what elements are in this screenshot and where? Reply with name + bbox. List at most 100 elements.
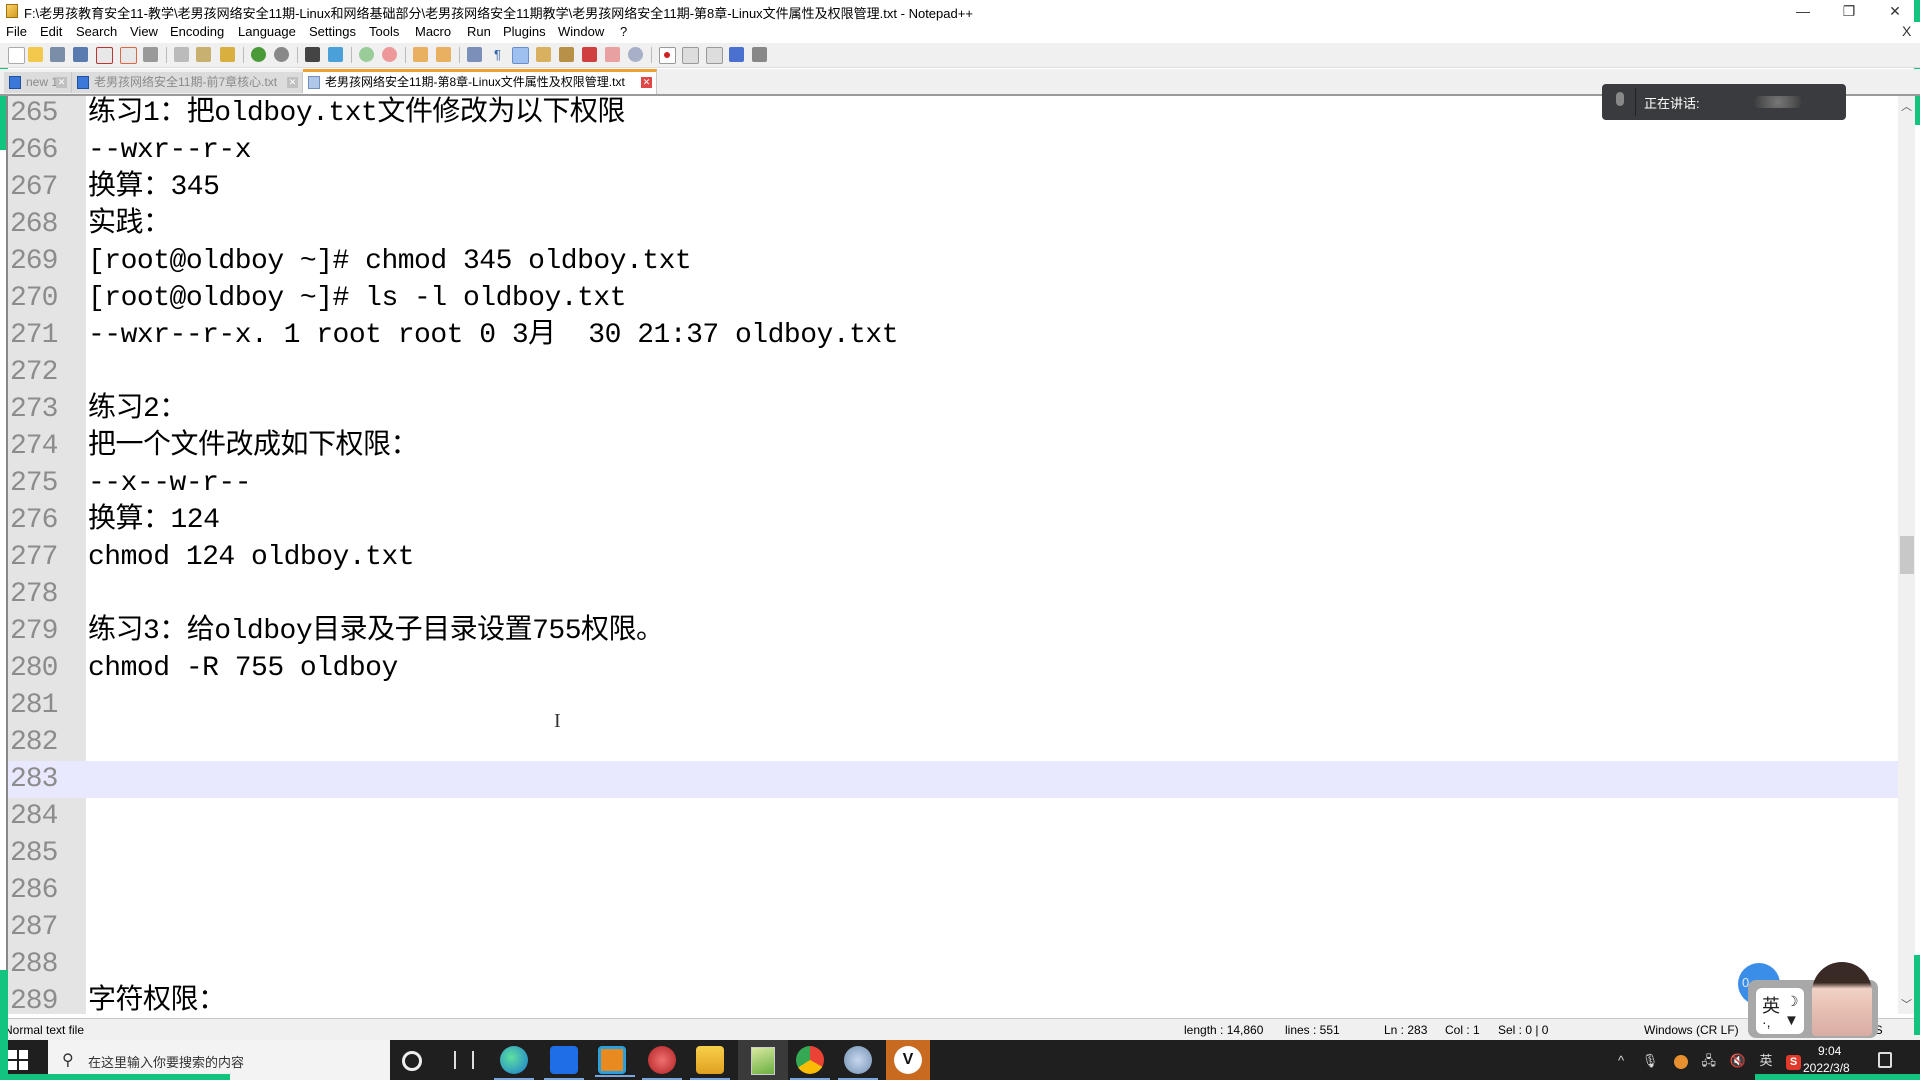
maximize-button[interactable]: ❐ [1826,0,1872,22]
run-macro-multiple-icon[interactable] [729,47,744,62]
line-text[interactable]: 字符权限： [88,983,1878,1014]
tab-new-1[interactable]: new 1 ✕ [4,72,72,93]
app-orange-icon[interactable] [595,1046,635,1077]
clock-date[interactable]: 2022/3/8 [1803,1061,1850,1075]
play-macro-icon[interactable] [706,47,723,64]
vertical-scrollbar[interactable]: ︿ ﹀ [1898,96,1915,1014]
editor-line[interactable]: 288 [8,946,1898,983]
tray-audio-app-icon[interactable] [1673,1054,1688,1069]
tray-volume-muted-icon[interactable]: 🔇 [1730,1053,1746,1068]
editor-line[interactable]: 284 [8,798,1898,835]
line-text[interactable]: [root@oldboy ~]# chmod 345 oldboy.txt [88,243,1878,280]
line-text[interactable]: 练习3：给oldboy目录及子目录设置755权限。 [88,613,1878,650]
editor-line[interactable]: 270 [root@oldboy ~]# ls -l oldboy.txt [8,280,1898,317]
clock-time[interactable]: 9:04 [1818,1044,1841,1058]
zoom-in-icon[interactable] [359,47,374,62]
save-all-icon[interactable] [73,47,88,62]
find-icon[interactable] [305,47,320,62]
editor-line[interactable]: 289 字符权限： [8,983,1898,1014]
show-all-chars-icon[interactable]: ¶ [490,47,505,62]
app-red-icon[interactable] [642,1046,682,1080]
tab-close-icon[interactable]: ✕ [641,77,652,88]
undo-icon[interactable] [251,47,266,62]
scroll-up-icon[interactable]: ︿ [1898,98,1915,114]
menu-plugins[interactable]: Plugins [503,24,546,39]
menu-file[interactable]: File [6,24,27,39]
record-macro-icon[interactable] [659,47,676,64]
tray-sogou-icon[interactable]: S [1786,1055,1802,1070]
editor-line[interactable]: 272 [8,354,1898,391]
tray-network-icon[interactable]: 🖧 [1702,1053,1717,1068]
notification-center-icon[interactable] [1878,1052,1892,1068]
tab-close-icon[interactable]: ✕ [287,77,298,88]
task-view-icon[interactable] [454,1051,474,1069]
tray-chevron-icon[interactable]: ^ [1618,1053,1624,1068]
editor-line[interactable]: 282 [8,724,1898,761]
sync-horizontal-icon[interactable] [436,47,451,62]
indent-guide-icon[interactable] [512,47,529,64]
file-explorer-icon[interactable] [690,1046,730,1080]
chrome-icon[interactable] [790,1046,830,1080]
menu-macro[interactable]: Macro [415,24,451,39]
line-text[interactable]: --wxr--r-x [88,132,1878,169]
editor-area[interactable]: 265 练习1：把oldboy.txt文件修改为以下权限 266 --wxr--r-x… [6,96,1900,1014]
editor-line[interactable]: 269 [root@oldboy ~]# chmod 345 oldboy.txt [8,243,1898,280]
close-icon[interactable] [96,47,113,64]
menu-window[interactable]: Window [558,24,604,39]
editor-line[interactable]: 279 练习3：给oldboy目录及子目录设置755权限。 [8,613,1898,650]
new-file-icon[interactable] [8,47,25,64]
line-text[interactable]: [root@oldboy ~]# ls -l oldboy.txt [88,280,1878,317]
menu-tools[interactable]: Tools [369,24,399,39]
function-list-icon[interactable] [559,47,574,62]
tray-ime-lang[interactable]: 英 [1759,1053,1772,1068]
editor-line[interactable]: 268 实践： [8,206,1898,243]
menu-edit[interactable]: Edit [40,24,62,39]
redo-icon[interactable] [274,47,289,62]
line-text[interactable]: 换算：345 [88,169,1878,206]
line-text[interactable]: 练习2： [88,391,1878,428]
editor-line[interactable]: 285 [8,835,1898,872]
menu-run[interactable]: Run [467,24,491,39]
cortana-icon[interactable] [402,1051,422,1071]
editor-line[interactable]: 271 --wxr--r-x. 1 root root 0 3月 30 21:37… [8,317,1898,354]
open-file-icon[interactable] [28,47,43,62]
editor-line[interactable]: 278 [8,576,1898,613]
eol-format[interactable]: Windows (CR LF) [1644,1023,1739,1037]
folder-workspace-icon[interactable] [582,47,597,62]
close-document-icon[interactable]: X [1902,23,1911,39]
replace-icon[interactable] [328,47,343,62]
print-icon[interactable] [143,47,158,62]
menu-encoding[interactable]: Encoding [170,24,224,39]
line-text[interactable]: --wxr--r-x. 1 root root 0 3月 30 21:37 ol… [88,317,1878,354]
monitoring-icon[interactable] [605,47,620,62]
menu-help[interactable]: ? [620,24,627,39]
tab-chapter8[interactable]: 老男孩网络安全11期-第8章-Linux文件属性及权限管理.txt ✕ [303,69,657,94]
edge-icon[interactable] [494,1046,534,1080]
close-window-button[interactable]: ✕ [1872,0,1918,22]
eye-icon[interactable] [628,47,643,62]
editor-line[interactable]: 273 练习2： [8,391,1898,428]
editor-line[interactable]: 275 --x--w-r-- [8,465,1898,502]
editor-line[interactable]: 287 [8,909,1898,946]
cut-icon[interactable] [174,47,189,62]
editor-line[interactable]: 267 换算：345 [8,169,1898,206]
sync-vertical-icon[interactable] [413,47,428,62]
windows-start-icon[interactable] [8,1050,28,1070]
line-text[interactable]: --x--w-r-- [88,465,1878,502]
line-text[interactable]: chmod 124 oldboy.txt [88,539,1878,576]
ime-panel[interactable]: 英 ☽ ·, ▼ [1756,988,1804,1034]
editor-line[interactable]: 286 [8,872,1898,909]
editor-line[interactable]: 266 --wxr--r-x [8,132,1898,169]
paint-icon[interactable] [838,1046,878,1080]
line-text[interactable]: 换算：124 [88,502,1878,539]
editor-line[interactable]: 280 chmod -R 755 oldboy [8,650,1898,687]
stop-macro-icon[interactable] [682,47,699,64]
menu-settings[interactable]: Settings [309,24,356,39]
notepadpp-taskbar-slot[interactable] [738,1040,788,1080]
tray-mic-icon[interactable]: 🎙 [1642,1053,1659,1068]
zoom-out-icon[interactable] [382,47,397,62]
save-macro-icon[interactable] [752,47,767,62]
copy-icon[interactable] [196,47,211,62]
menu-search[interactable]: Search [76,24,117,39]
minimize-button[interactable]: — [1780,0,1826,22]
